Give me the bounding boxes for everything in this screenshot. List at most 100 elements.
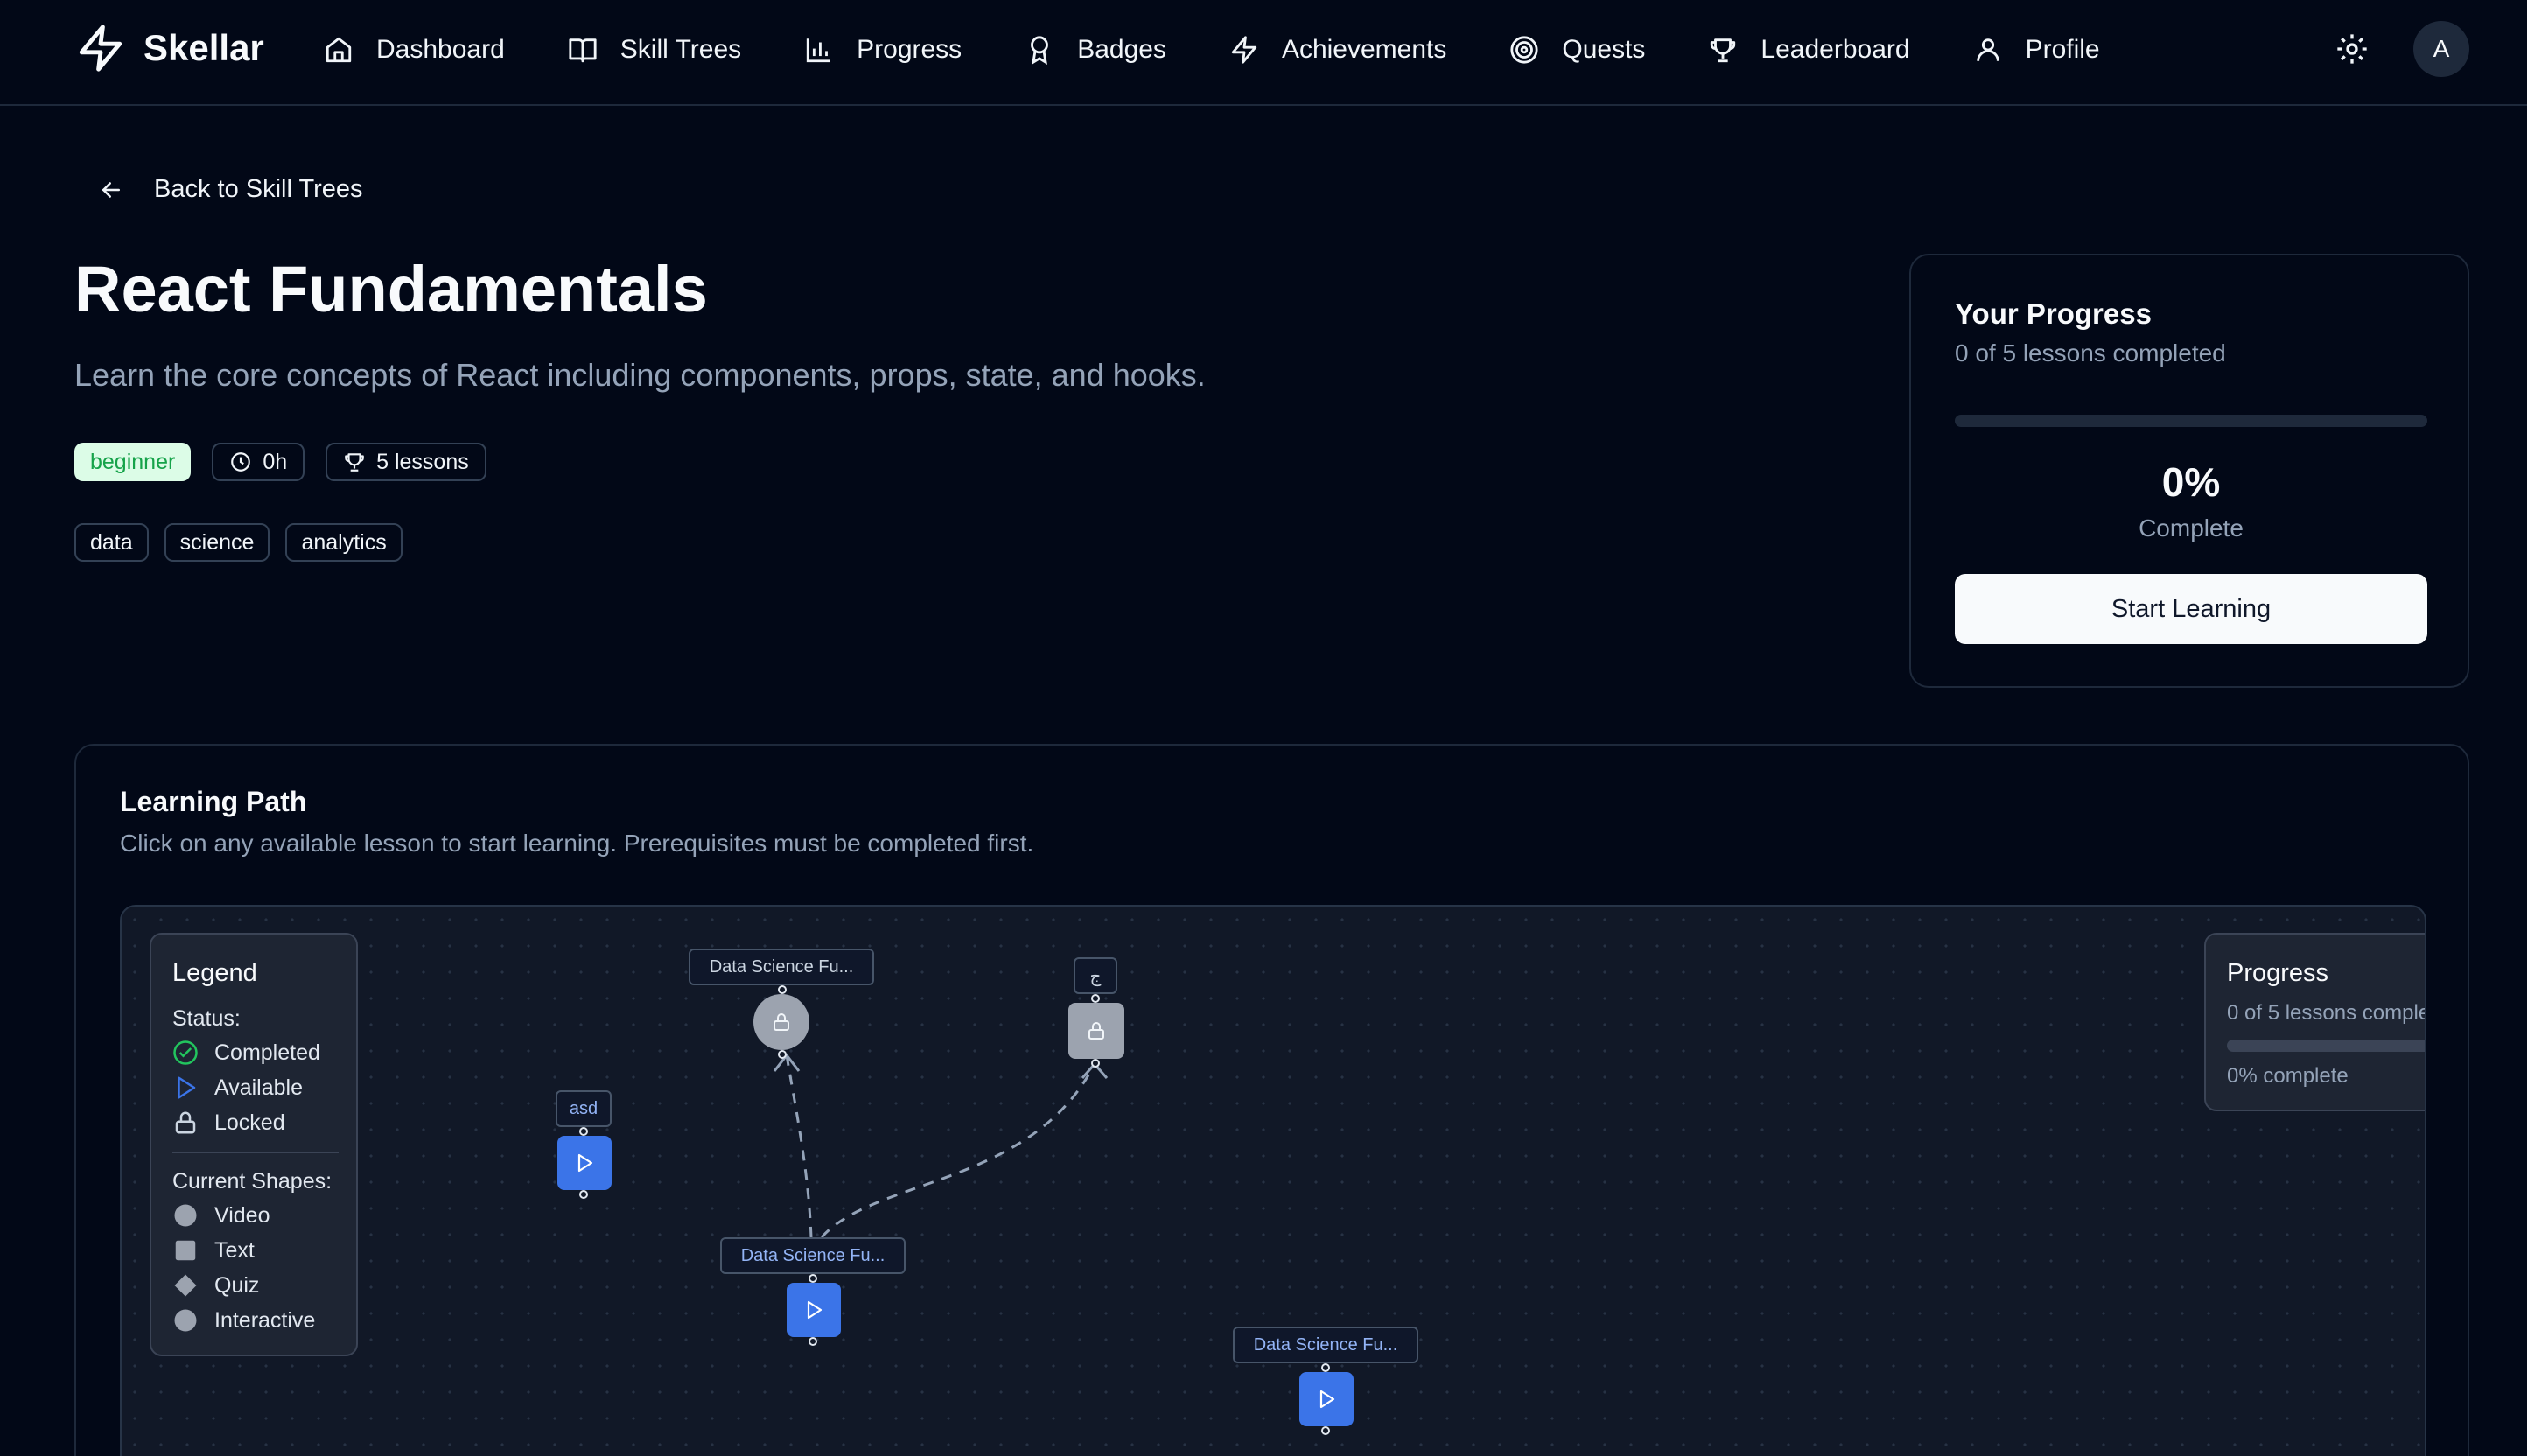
circle-shape-icon xyxy=(174,1309,197,1332)
lock-icon xyxy=(1088,1022,1104,1040)
arrow-left-icon xyxy=(102,181,120,198)
nav-item-leaderboard[interactable]: Leaderboard xyxy=(1708,26,1910,74)
trophy-icon xyxy=(1711,38,1736,63)
your-progress-card: Your Progress 0 of 5 lessons completed 0… xyxy=(1909,254,2469,688)
check-circle-icon xyxy=(173,1040,198,1065)
legend-interactive: Interactive xyxy=(172,1307,315,1334)
progress-card-subtitle: 0 of 5 lessons completed xyxy=(1955,340,2226,367)
nav-item-achievements[interactable]: Achievements xyxy=(1229,26,1446,74)
legend-completed: Completed xyxy=(172,1040,320,1066)
node-handle[interactable] xyxy=(1321,1426,1330,1435)
lock-icon xyxy=(774,1013,789,1031)
nav-item-profile[interactable]: Profile xyxy=(1973,26,2100,74)
lesson-node-locked xyxy=(753,994,809,1050)
legend-locked: Locked xyxy=(172,1110,285,1136)
edge-lesson-4-to-lesson-3 xyxy=(820,1063,1096,1238)
nav-label: Leaderboard xyxy=(1760,35,1910,64)
edge-lesson-4-to-lesson-2 xyxy=(785,1054,813,1238)
level-badge: beginner xyxy=(74,443,192,481)
progress-percent: 0% xyxy=(2161,459,2221,505)
nav-label: Profile xyxy=(2025,35,2100,64)
progress-bar xyxy=(1955,415,2427,427)
bar-chart-icon xyxy=(806,38,830,63)
avatar[interactable]: A xyxy=(2413,21,2469,77)
legend-title: Legend xyxy=(172,959,257,987)
node-handle[interactable] xyxy=(778,1050,787,1059)
play-icon xyxy=(807,1300,822,1320)
canvas-progress-title: Progress xyxy=(2227,959,2329,987)
node-handle[interactable] xyxy=(808,1274,817,1283)
lesson-node-label: ج xyxy=(1074,957,1117,994)
nav-item-badges[interactable]: Badges xyxy=(1025,26,1166,74)
lessons-badge: 5 lessons xyxy=(326,443,486,481)
nav-item-dashboard[interactable]: Dashboard xyxy=(324,26,505,74)
award-icon xyxy=(1031,36,1049,65)
play-icon xyxy=(578,1153,593,1172)
lessons-count: 5 lessons xyxy=(376,449,469,474)
tag: data xyxy=(74,523,149,562)
learning-path-card: Learning Path Click on any available les… xyxy=(74,744,2469,1456)
node-handle[interactable] xyxy=(778,985,787,994)
legend-status-heading: Status: xyxy=(172,1006,241,1031)
clock-icon xyxy=(231,452,251,472)
node-handle[interactable] xyxy=(579,1127,588,1136)
play-icon xyxy=(1320,1390,1335,1409)
course-meta: beginner 0h 5 lessons xyxy=(74,443,486,481)
legend-shapes-heading: Current Shapes: xyxy=(172,1169,332,1194)
trophy-icon xyxy=(345,453,364,472)
legend-video: Video xyxy=(172,1202,270,1228)
home-icon xyxy=(326,37,352,63)
canvas-progress-bar xyxy=(2227,1040,2425,1052)
lesson-node-label: Data Science Fu... xyxy=(720,1237,906,1274)
node-handle[interactable] xyxy=(579,1190,588,1199)
page-title: React Fundamentals xyxy=(74,253,708,326)
brand[interactable]: Skellar xyxy=(75,21,264,75)
nav-label: Achievements xyxy=(1281,35,1447,64)
nav-label: Dashboard xyxy=(376,35,505,64)
page-description: Learn the core concepts of React includi… xyxy=(74,357,1206,393)
learning-path-canvas[interactable]: Legend Status: Completed Available Locke… xyxy=(120,905,2426,1456)
nav-item-quests[interactable]: Quests xyxy=(1509,26,1645,74)
settings-gear-icon[interactable] xyxy=(2334,32,2370,66)
legend-available: Available xyxy=(172,1074,303,1101)
lesson-node-locked xyxy=(1068,1003,1124,1059)
legend-divider xyxy=(172,1152,339,1153)
book-icon xyxy=(569,38,597,63)
progress-complete-label: Complete xyxy=(2138,514,2244,542)
duration-value: 0h xyxy=(262,449,288,474)
brand-name: Skellar xyxy=(144,27,264,68)
nav-label: Skill Trees xyxy=(620,35,742,64)
legend-text: Text xyxy=(172,1237,255,1264)
canvas-progress-percent: 0% complete xyxy=(2227,1064,2348,1088)
lesson-node-label: Data Science Fu... xyxy=(689,948,874,985)
user-icon xyxy=(1976,38,1999,61)
node-handle[interactable] xyxy=(1321,1363,1330,1372)
lightning-logo-icon xyxy=(79,24,122,72)
top-navigation-bar: Skellar Dashboard Skill Trees Progress B… xyxy=(0,0,2527,106)
nav-label: Quests xyxy=(1562,35,1646,64)
duration-badge: 0h xyxy=(212,443,305,481)
lesson-node-available[interactable] xyxy=(787,1283,841,1337)
node-handle[interactable] xyxy=(1091,1059,1100,1068)
lesson-node-label: asd xyxy=(556,1090,612,1127)
nav-item-skill-trees[interactable]: Skill Trees xyxy=(568,26,741,74)
play-icon xyxy=(178,1076,196,1099)
tag: analytics xyxy=(285,523,402,562)
node-handle[interactable] xyxy=(1091,994,1100,1003)
diamond-shape-icon xyxy=(174,1274,197,1297)
legend-quiz: Quiz xyxy=(172,1272,259,1298)
square-shape-icon xyxy=(175,1240,196,1261)
circle-shape-icon xyxy=(174,1204,197,1227)
lesson-node-available[interactable] xyxy=(1299,1372,1354,1426)
node-handle[interactable] xyxy=(808,1337,817,1346)
start-learning-button[interactable]: Start Learning xyxy=(1955,574,2427,644)
canvas-progress-panel: Progress 0 of 5 lessons completed 0% com… xyxy=(2204,933,2425,1111)
back-link-label: Back to Skill Trees xyxy=(154,175,363,203)
tag: science xyxy=(164,523,270,562)
legend-panel: Legend Status: Completed Available Locke… xyxy=(150,933,358,1356)
tags-list: data science analytics xyxy=(74,523,402,562)
canvas-progress-subtitle: 0 of 5 lessons completed xyxy=(2227,1001,2425,1025)
lesson-node-available[interactable] xyxy=(557,1136,612,1190)
back-to-skill-trees-link[interactable]: Back to Skill Trees xyxy=(98,175,363,204)
nav-item-progress[interactable]: Progress xyxy=(804,26,962,74)
